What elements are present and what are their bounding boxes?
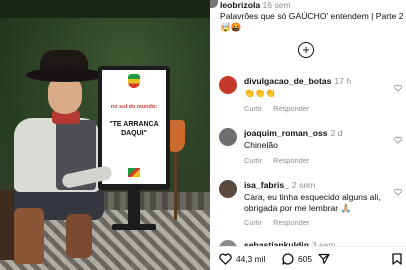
share-icon[interactable]	[318, 253, 330, 265]
shelf	[0, 0, 210, 18]
comment-username[interactable]: divulgacao_de_botas 17 h	[244, 76, 351, 86]
reply-link[interactable]: Responder	[273, 218, 309, 227]
reply-link[interactable]: Responder	[273, 156, 309, 165]
post-time: 16 sem	[262, 0, 291, 10]
caption-text: Palavrões que só GAÚCHO' entendem | Part…	[220, 11, 404, 32]
share-button[interactable]	[318, 253, 330, 265]
crest-icon	[128, 74, 140, 88]
like-comment-link[interactable]: Curtir	[244, 104, 262, 113]
avatar[interactable]	[219, 76, 237, 94]
comment-username[interactable]: joaquim_roman_oss 2 d	[244, 128, 343, 138]
tv-stand	[128, 190, 140, 226]
comment-username[interactable]: isa_fabris_ 2 sem	[244, 180, 315, 190]
reel-video[interactable]: no sul do mundo: "TE ARRANCA DAQUI"	[0, 0, 210, 270]
man-hat-brim	[26, 68, 104, 82]
man-boot-2	[66, 214, 92, 258]
comment-text: Cara, eu tinha esquecido alguns ali, obr…	[244, 192, 381, 213]
comment-actions: Curtir Responder	[244, 104, 318, 113]
flag-icon	[128, 168, 140, 177]
heart-icon[interactable]	[394, 84, 402, 92]
avatar[interactable]	[219, 180, 237, 198]
comment-icon[interactable]	[282, 253, 294, 265]
sign-title: "TE ARRANCA DAQUI"	[109, 121, 159, 137]
sign-subtitle: no sul do mundo:	[110, 104, 158, 110]
comments-count: 605	[298, 254, 312, 264]
reply-link[interactable]: Responder	[273, 104, 309, 113]
heart-icon[interactable]	[394, 188, 402, 196]
bookmark-icon[interactable]	[392, 253, 402, 265]
heart-icon[interactable]	[394, 136, 402, 144]
author-avatar[interactable]	[210, 0, 218, 8]
avatar[interactable]	[219, 128, 237, 146]
save-button[interactable]	[392, 253, 402, 265]
post-caption: leobrizola 16 sem Palavrões que só GAÚCH…	[220, 0, 404, 33]
like-comment-link[interactable]: Curtir	[244, 218, 262, 227]
like-comment-link[interactable]: Curtir	[244, 156, 262, 165]
load-more-plus-icon[interactable]: +	[298, 42, 314, 58]
comments-panel: leobrizola 16 sem Palavrões que só GAÚCH…	[210, 0, 406, 270]
comment-text: 👏👏👏	[244, 88, 277, 98]
like-button[interactable]: 44,3 mil	[219, 253, 265, 265]
comment-actions: Curtir Responder	[244, 156, 318, 165]
likes-count: 44,3 mil	[236, 254, 266, 264]
tv-foot	[112, 224, 156, 230]
comment-actions: Curtir Responder	[244, 218, 318, 227]
comment-text: Chinelão	[244, 140, 278, 150]
action-bar: 44,3 mil 605	[210, 246, 406, 270]
heart-icon[interactable]	[219, 253, 232, 265]
author-username[interactable]: leobrizola	[220, 0, 260, 10]
lamp-pole	[174, 150, 177, 220]
comment-button[interactable]: 605	[282, 253, 312, 265]
man-boot	[14, 208, 44, 264]
